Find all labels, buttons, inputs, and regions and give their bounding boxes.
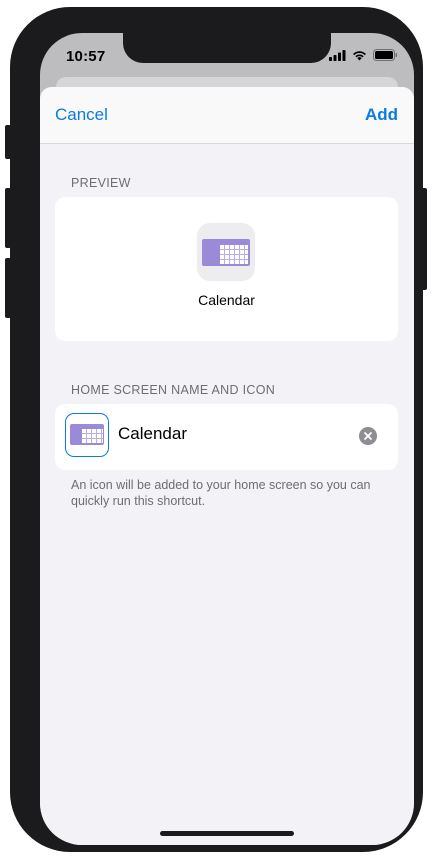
calendar-grid — [220, 245, 248, 264]
wifi-icon — [353, 50, 366, 60]
calendar-thumbnail — [202, 239, 250, 266]
phone-frame: 10:57 Cancel Add PREVIEW Calendar HOME S… — [10, 7, 423, 852]
volume-down-button — [5, 258, 11, 318]
home-screen-footnote: An icon will be added to your home scree… — [71, 478, 371, 508]
add-to-home-sheet: Cancel Add PREVIEW Calendar HOME SCREEN … — [40, 87, 414, 845]
add-button[interactable]: Add — [365, 105, 398, 125]
status-icons — [329, 49, 398, 61]
preview-shortcut-name: Calendar — [198, 292, 255, 308]
calendar-icon — [70, 424, 104, 445]
calendar-grid — [82, 429, 103, 443]
cancel-button[interactable]: Cancel — [55, 105, 108, 125]
volume-up-button — [5, 188, 11, 248]
battery-icon — [373, 49, 398, 61]
name-icon-card — [55, 404, 398, 470]
preview-card: Calendar — [55, 197, 398, 341]
status-time: 10:57 — [66, 48, 106, 65]
power-button — [421, 188, 427, 290]
change-icon-button[interactable] — [65, 413, 109, 457]
mute-switch — [5, 125, 11, 159]
phone-screen: 10:57 Cancel Add PREVIEW Calendar HOME S… — [40, 33, 414, 845]
preview-section-label: PREVIEW — [71, 176, 131, 190]
clear-icon — [364, 432, 372, 440]
notch — [123, 33, 331, 63]
home-indicator[interactable] — [160, 831, 294, 836]
home-screen-name-input[interactable] — [118, 424, 348, 444]
home-screen-section-label: HOME SCREEN NAME AND ICON — [71, 383, 276, 397]
calendar-icon — [197, 223, 255, 281]
navigation-bar: Cancel Add — [40, 87, 414, 144]
clear-text-button[interactable] — [359, 427, 377, 445]
signal-icon — [329, 49, 346, 61]
